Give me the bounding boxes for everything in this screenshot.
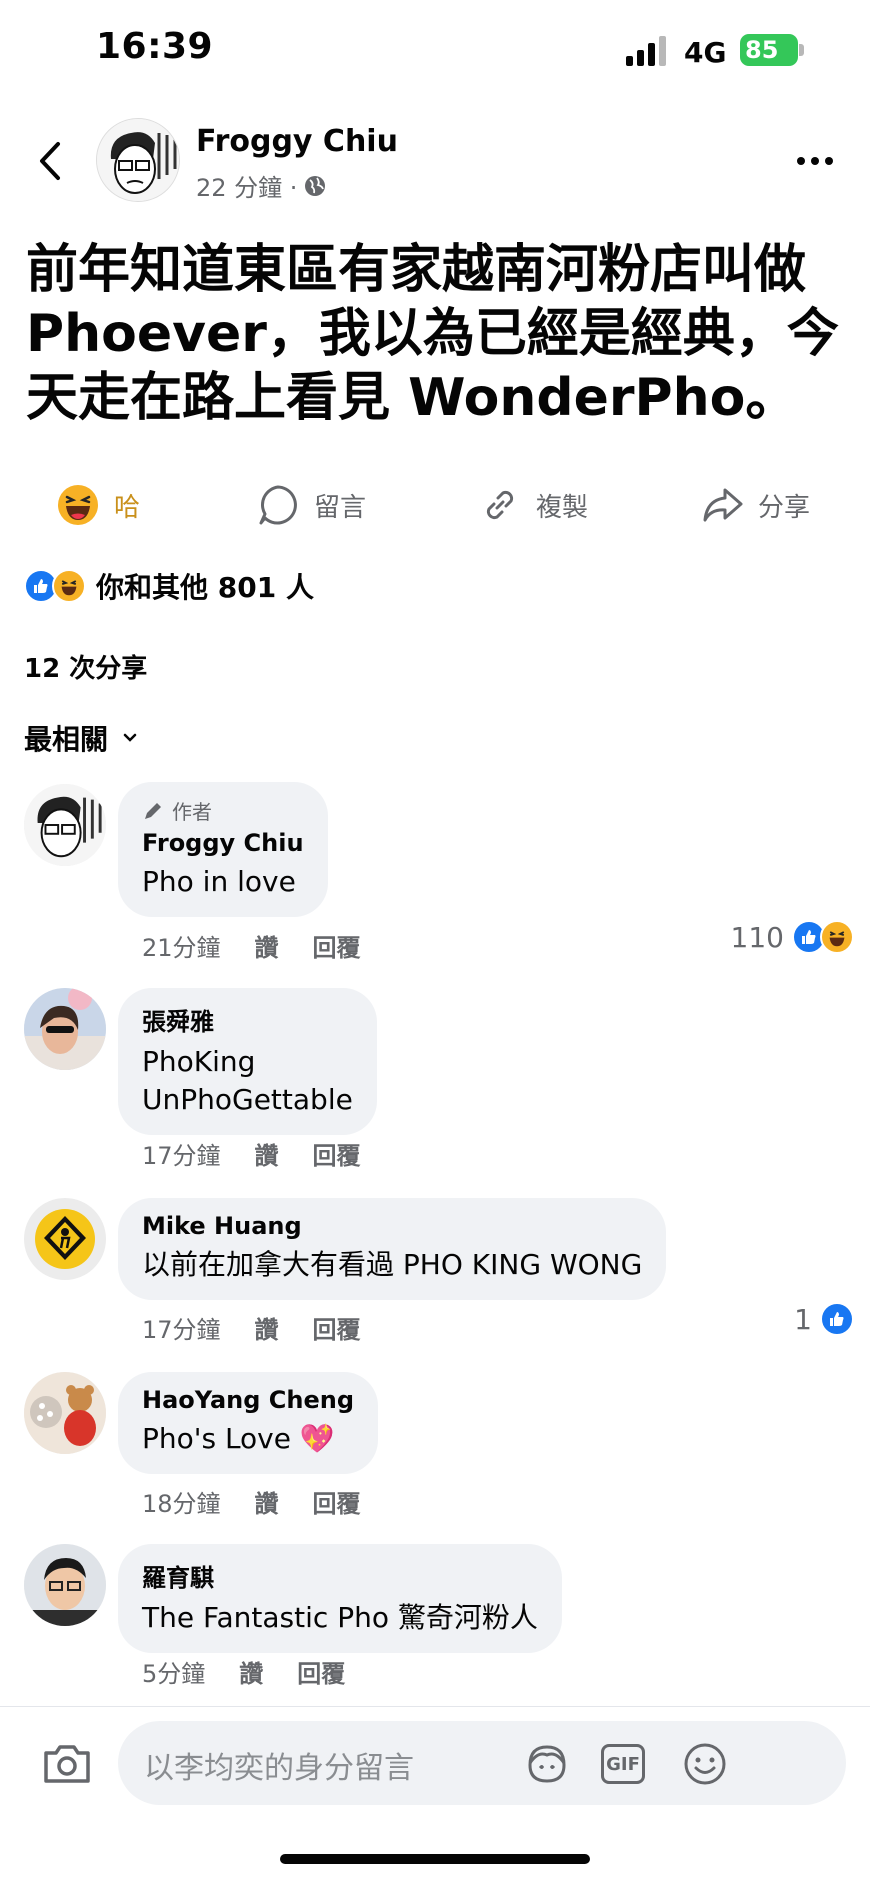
share-count[interactable]: 12 次分享 <box>24 648 147 685</box>
comment-actions: 17分鐘 讚 回覆 <box>142 1136 361 1171</box>
reply-button[interactable]: 回覆 <box>313 1136 361 1171</box>
author-badge-label: 作者 <box>172 800 212 824</box>
comment-bubble[interactable]: 作者 Froggy Chiu Pho in love <box>118 782 328 917</box>
comment-text: The Fantastic Pho 驚奇河粉人 <box>142 1601 538 1634</box>
post-text: 前年知道東區有家越南河粉店叫做 Phoever，我以為已經是經典，今天走在路上看… <box>26 240 839 428</box>
comment-time: 17分鐘 <box>142 1316 221 1344</box>
reply-button[interactable]: 回覆 <box>313 1310 361 1345</box>
post-meta: 22 分鐘 · <box>196 168 327 203</box>
comment-bubble[interactable]: HaoYang Cheng Pho's Love 💖 <box>118 1372 379 1474</box>
share-arrow-icon <box>700 483 744 527</box>
network-type: 4G <box>684 36 727 69</box>
pencil-icon <box>145 802 161 819</box>
haha-emoji-icon <box>56 483 100 527</box>
post-time: 22 分鐘 · <box>196 174 298 202</box>
commenter-avatar[interactable] <box>24 784 106 866</box>
commenter-name[interactable]: 羅育騏 <box>142 1558 538 1593</box>
commenter-name[interactable]: Froggy Chiu <box>142 829 304 857</box>
comment-reaction-count: 110 <box>730 920 784 954</box>
avatar-sticker-icon[interactable] <box>522 1739 572 1789</box>
comment-input-placeholder: 以李均奕的身分留言 <box>144 1751 414 1786</box>
commenter-name[interactable]: Mike Huang <box>142 1212 642 1240</box>
commenter-name[interactable]: 張舜雅 <box>142 1002 353 1037</box>
comment-time: 5分鐘 <box>142 1660 206 1688</box>
comment-actions: 21分鐘 讚 回覆 <box>142 928 361 963</box>
author-avatar[interactable] <box>96 118 180 202</box>
comment-time: 21分鐘 <box>142 934 221 962</box>
status-bar: 16:39 4G 85 <box>0 0 870 100</box>
comment-text: Pho in love <box>142 865 296 898</box>
gif-icon: GIF <box>601 1744 645 1784</box>
share-button[interactable]: 分享 <box>700 470 810 540</box>
post-header: Froggy Chiu 22 分鐘 · <box>0 118 870 208</box>
comment-bubble[interactable]: 羅育騏 The Fantastic Pho 驚奇河粉人 <box>118 1544 562 1653</box>
comment-input[interactable]: 以李均奕的身分留言 GIF <box>118 1721 846 1805</box>
more-options-icon[interactable] <box>790 146 840 176</box>
reactions-count-label: 你和其他 801 人 <box>96 571 314 604</box>
status-time: 16:39 <box>96 26 214 67</box>
comment-actions: 18分鐘 讚 回覆 <box>142 1484 361 1519</box>
link-icon <box>478 483 522 527</box>
like-button[interactable]: 讚 <box>239 1654 263 1689</box>
reply-button[interactable]: 回覆 <box>313 928 361 963</box>
comment-label: 留言 <box>314 492 367 523</box>
globe-icon <box>305 175 326 196</box>
comment-bubble-icon <box>256 483 300 527</box>
author-name[interactable]: Froggy Chiu <box>196 124 398 159</box>
action-bar: 哈 留言 複製 分享 <box>0 470 870 540</box>
comment-time: 17分鐘 <box>142 1142 221 1170</box>
reply-button[interactable]: 回覆 <box>297 1654 345 1689</box>
reply-button[interactable]: 回覆 <box>313 1484 361 1519</box>
back-arrow-icon[interactable] <box>30 136 70 186</box>
comment-actions: 17分鐘 讚 回覆 <box>142 1310 361 1345</box>
reactions-summary[interactable]: 你和其他 801 人 <box>24 566 314 606</box>
haha-reaction-button[interactable]: 哈 <box>56 470 140 540</box>
battery-icon: 85 <box>740 34 804 66</box>
comment-reactions[interactable]: 1 <box>794 1302 854 1336</box>
comment-text: 以前在加拿大有看過 PHO KING WONG <box>142 1248 643 1281</box>
sort-label: 最相關 <box>24 723 109 756</box>
comment-text: Pho's Love 💖 <box>142 1422 335 1455</box>
comment-text: PhoKing UnPhoGettable <box>142 1045 353 1116</box>
home-indicator[interactable] <box>280 1854 590 1864</box>
emoji-icon[interactable] <box>680 1739 730 1789</box>
commenter-name[interactable]: HaoYang Cheng <box>142 1386 354 1414</box>
comment-reaction-count: 1 <box>794 1302 812 1336</box>
commenter-avatar[interactable] <box>24 1544 106 1626</box>
comment-actions: 5分鐘 讚 回覆 <box>142 1654 345 1689</box>
comment-composer: 以李均奕的身分留言 GIF <box>0 1706 870 1816</box>
commenter-avatar[interactable] <box>24 1372 106 1454</box>
like-reaction-icon <box>820 1302 854 1336</box>
signal-icon <box>626 36 666 66</box>
haha-reaction-icon <box>820 920 854 954</box>
like-button[interactable]: 讚 <box>255 1484 279 1519</box>
comment-time: 18分鐘 <box>142 1490 221 1518</box>
like-button[interactable]: 讚 <box>255 1310 279 1345</box>
haha-label: 哈 <box>114 492 141 523</box>
comment-button[interactable]: 留言 <box>256 470 366 540</box>
sort-filter[interactable]: 最相關 <box>24 718 138 758</box>
battery-level: 85 <box>740 34 798 66</box>
like-button[interactable]: 讚 <box>255 1136 279 1171</box>
camera-icon[interactable] <box>40 1737 94 1791</box>
gif-button[interactable]: GIF <box>598 1739 648 1789</box>
share-label: 分享 <box>758 492 811 523</box>
copy-label: 複製 <box>536 492 589 523</box>
chevron-down-icon <box>123 733 137 742</box>
commenter-avatar[interactable] <box>24 988 106 1070</box>
like-button[interactable]: 讚 <box>255 928 279 963</box>
comment-bubble[interactable]: Mike Huang 以前在加拿大有看過 PHO KING WONG <box>118 1198 667 1300</box>
comment-bubble[interactable]: 張舜雅 PhoKing UnPhoGettable <box>118 988 377 1135</box>
copy-button[interactable]: 複製 <box>478 470 588 540</box>
comment-reactions[interactable]: 110 <box>731 920 854 954</box>
commenter-avatar[interactable] <box>24 1198 106 1280</box>
haha-reaction-icon <box>52 569 86 603</box>
author-badge: 作者 <box>142 796 304 825</box>
